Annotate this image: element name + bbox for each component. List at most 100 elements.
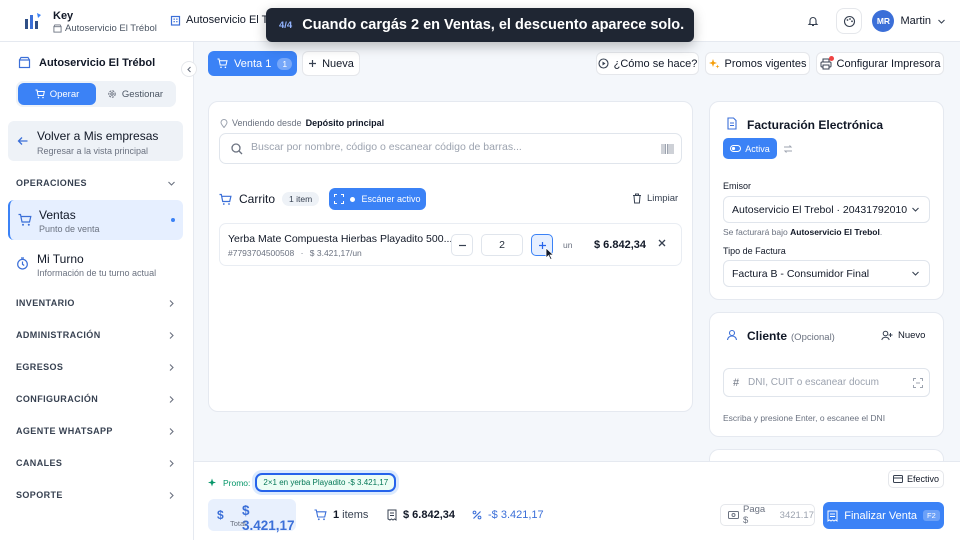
emisor-select[interactable]: Autoservicio El Trebol · 20431792010 — [723, 196, 930, 223]
theme-button[interactable] — [836, 8, 863, 34]
brand-subtitle-text: Autoservicio El Trébol — [65, 23, 157, 34]
cart-icon — [314, 509, 327, 521]
promos-label: Promos vigentes — [724, 57, 807, 70]
chevron-right-icon — [167, 331, 176, 340]
plus-icon — [308, 59, 317, 68]
new-sale-button[interactable]: Nueva — [302, 51, 360, 76]
user-name: Martin — [900, 15, 931, 27]
clear-cart-button[interactable]: Limpiar — [632, 193, 678, 204]
finish-sale-button[interactable]: Finalizar Venta F2 — [823, 502, 944, 529]
new-client-label: Nuevo — [898, 330, 926, 341]
dollar-icon: $ — [217, 508, 224, 522]
search-icon — [231, 143, 243, 155]
remove-item-icon[interactable] — [657, 238, 667, 248]
receipt-icon — [387, 509, 397, 521]
section-label: CANALES — [16, 458, 63, 468]
decrease-qty-button[interactable] — [451, 234, 473, 256]
ventas-title: Ventas — [39, 208, 76, 222]
banknote-icon — [728, 511, 739, 519]
product-search — [219, 133, 682, 164]
swap-icon[interactable] — [783, 144, 793, 154]
client-title-text: Cliente — [747, 329, 788, 343]
tab-count-badge: 1 — [277, 57, 293, 70]
tipo-factura-select[interactable]: Factura B - Consumidor Final — [723, 260, 930, 287]
brand-title: Key — [53, 10, 74, 22]
user-menu[interactable]: MR Martin — [872, 10, 946, 32]
payment-amount-label: Paga $ — [743, 504, 766, 526]
location-pin-icon — [220, 118, 228, 128]
cart-header: Carrito 1 item — [219, 192, 320, 206]
sidebar-store: Autoservicio El Trébol — [18, 56, 155, 69]
help-button[interactable]: ¿Cómo se hace? — [596, 52, 699, 75]
emisor-note-company: Autoservicio El Trebol — [790, 227, 880, 237]
mode-operar-label: Operar — [49, 88, 80, 100]
sidebar-item-turno[interactable]: Mi Turno Información de tu turno actual — [8, 244, 183, 284]
scanner-toggle[interactable]: Escáner activo — [329, 188, 426, 210]
tour-step: 4/4 — [279, 19, 293, 31]
new-client-button[interactable]: Nuevo — [881, 330, 925, 341]
chevron-right-icon — [167, 363, 176, 372]
document-icon — [726, 117, 738, 130]
printer-button[interactable]: Configurar Impresora — [816, 52, 944, 75]
scan-id-icon[interactable] — [913, 378, 923, 388]
section-agente-whatsapp[interactable]: AGENTE WHATSAPP — [16, 426, 176, 436]
chevron-down-icon — [911, 205, 920, 214]
total-box: $ $ 3.421,17 Total — [208, 499, 296, 533]
chevron-down-icon — [937, 17, 946, 26]
ventas-subtitle: Punto de venta — [39, 224, 100, 234]
minus-icon — [458, 241, 467, 250]
mode-gestionar-label: Gestionar — [121, 88, 164, 100]
quantity-field[interactable]: 2 — [481, 234, 523, 256]
percent-icon — [472, 510, 482, 520]
section-canales[interactable]: CANALES — [16, 458, 176, 468]
section-inventario[interactable]: INVENTARIO — [16, 298, 176, 308]
scan-frame-icon — [334, 194, 345, 204]
palette-icon — [843, 15, 856, 28]
hash-icon: # — [733, 377, 740, 389]
cart-item-row: Yerba Mate Compuesta Hierbas Playadito 5… — [219, 223, 682, 266]
billing-active-label: Activa — [745, 143, 770, 154]
sparkles-icon — [708, 58, 720, 69]
user-icon — [726, 329, 738, 341]
section-administracion[interactable]: ADMINISTRACIÓN — [16, 330, 176, 340]
sidebar-store-name: Autoservicio El Trébol — [39, 56, 156, 69]
promo-label: Promo: — [223, 477, 251, 488]
promo-chip[interactable]: 2×1 en yerba Playadito -$ 3.421,17 — [255, 473, 397, 492]
section-label: AGENTE WHATSAPP — [16, 426, 113, 436]
cart-icon — [35, 89, 45, 99]
notifications-button[interactable] — [800, 8, 826, 34]
new-sale-label: Nueva — [322, 57, 354, 70]
receipt-icon — [827, 510, 838, 522]
sidebar: Autoservicio El Trébol Operar Gestionar … — [0, 42, 197, 540]
section-operaciones[interactable]: OPERACIONES — [16, 178, 176, 188]
client-hint: Escriba y presione Enter, o escanee el D… — [723, 413, 886, 423]
mode-gestionar-button[interactable]: Gestionar — [96, 83, 174, 105]
chevron-down-icon — [911, 269, 920, 278]
cart-icon — [18, 213, 32, 227]
back-to-companies[interactable]: Volver a Mis empresas Regresar a la vist… — [8, 121, 183, 161]
promos-button[interactable]: Promos vigentes — [705, 52, 810, 75]
section-configuracion[interactable]: CONFIGURACIÓN — [16, 394, 176, 404]
barcode-icon[interactable] — [661, 144, 674, 154]
product-search-input[interactable] — [251, 141, 641, 153]
emisor-value: Autoservicio El Trebol · 20431792010 — [732, 203, 908, 216]
chevron-right-icon — [167, 459, 176, 468]
payment-amount-value: 3421.17 — [779, 509, 814, 521]
payment-amount-field[interactable]: Paga $ 3421.17 — [720, 504, 815, 526]
printer-icon — [820, 55, 834, 70]
collapse-sidebar-button[interactable] — [181, 61, 197, 77]
payment-method-button[interactable]: Efectivo — [888, 470, 944, 488]
mode-operar-button[interactable]: Operar — [18, 83, 96, 105]
section-label: ADMINISTRACIÓN — [16, 330, 101, 340]
tab-venta-1[interactable]: Venta 1 1 — [208, 51, 297, 76]
client-search-input[interactable] — [748, 377, 898, 388]
section-egresos[interactable]: EGRESOS — [16, 362, 176, 372]
building-icon — [170, 15, 181, 26]
store-icon — [53, 24, 62, 33]
sidebar-item-ventas[interactable]: Ventas Punto de venta — [8, 200, 183, 240]
billing-active-toggle[interactable]: Activa — [723, 138, 777, 159]
section-soporte[interactable]: SOPORTE — [16, 490, 176, 500]
trash-icon — [632, 193, 642, 204]
toggle-icon — [730, 145, 742, 152]
subtotal-stat: $ 6.842,34 — [387, 509, 455, 521]
